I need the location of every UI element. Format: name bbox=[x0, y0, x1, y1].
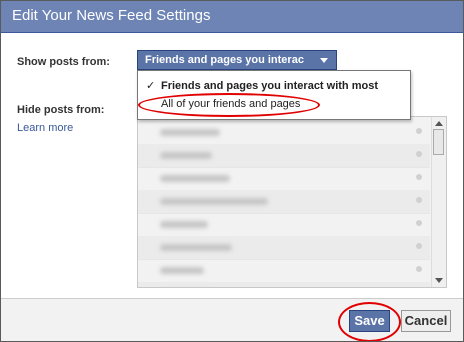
news-feed-settings-dialog: Edit Your News Feed Settings Show posts … bbox=[0, 0, 464, 342]
blurred-name bbox=[160, 198, 268, 205]
hidden-source-row[interactable] bbox=[138, 190, 430, 214]
remove-icon[interactable] bbox=[416, 174, 422, 180]
show-posts-selected: Friends and pages you interac bbox=[145, 54, 304, 66]
blurred-name bbox=[160, 129, 220, 136]
remove-icon[interactable] bbox=[416, 151, 422, 157]
dialog-title: Edit Your News Feed Settings bbox=[12, 7, 211, 24]
dropdown-caret-icon bbox=[320, 58, 328, 63]
scroll-down-icon[interactable] bbox=[435, 278, 443, 283]
remove-icon[interactable] bbox=[416, 197, 422, 203]
hide-posts-label: Hide posts from: bbox=[17, 104, 105, 116]
blurred-name bbox=[160, 267, 204, 274]
hidden-source-row[interactable] bbox=[138, 121, 430, 145]
blurred-name bbox=[160, 175, 230, 182]
hidden-sources-list[interactable] bbox=[137, 116, 447, 288]
hidden-source-row[interactable] bbox=[138, 236, 430, 260]
hidden-source-row[interactable] bbox=[138, 282, 430, 287]
blurred-name bbox=[160, 152, 212, 159]
hidden-source-row[interactable] bbox=[138, 213, 430, 237]
checkmark-icon: ✓ bbox=[146, 80, 156, 92]
hidden-source-row[interactable] bbox=[138, 259, 430, 283]
remove-icon[interactable] bbox=[416, 243, 422, 249]
blurred-name bbox=[160, 221, 208, 228]
highlight-oval-all-friends bbox=[138, 93, 320, 117]
show-posts-label: Show posts from: bbox=[17, 56, 110, 68]
cancel-button[interactable]: Cancel bbox=[401, 310, 451, 332]
scroll-thumb[interactable] bbox=[433, 129, 444, 155]
highlight-oval-save bbox=[338, 302, 401, 341]
show-posts-dropdown[interactable]: Friends and pages you interac bbox=[137, 50, 337, 70]
dialog-titlebar: Edit Your News Feed Settings bbox=[1, 1, 463, 33]
learn-more-link[interactable]: Learn more bbox=[17, 122, 73, 134]
menu-item-label: Friends and pages you interact with most bbox=[161, 80, 378, 92]
remove-icon[interactable] bbox=[416, 220, 422, 226]
remove-icon[interactable] bbox=[416, 266, 422, 272]
scroll-up-icon[interactable] bbox=[435, 121, 443, 126]
hidden-source-row[interactable] bbox=[138, 144, 430, 168]
hidden-source-row[interactable] bbox=[138, 167, 430, 191]
blurred-name bbox=[160, 244, 232, 251]
list-scrollbar[interactable] bbox=[431, 117, 446, 287]
menu-item-interact-most[interactable]: ✓ Friends and pages you interact with mo… bbox=[138, 77, 408, 95]
remove-icon[interactable] bbox=[416, 128, 422, 134]
